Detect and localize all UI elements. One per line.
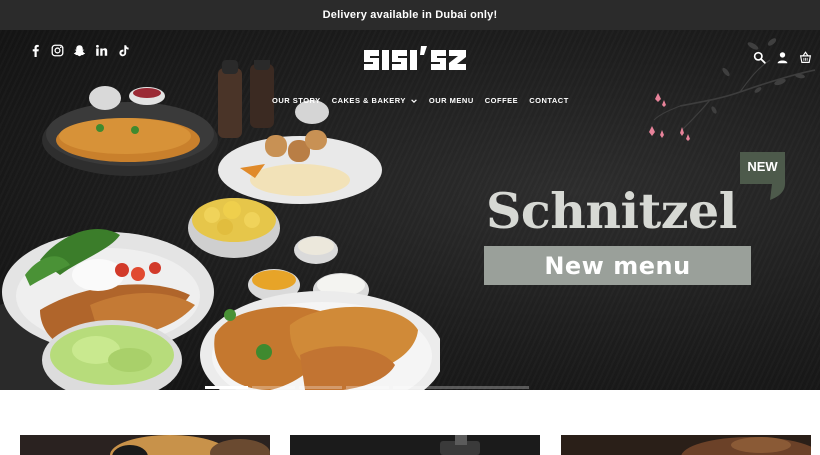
snapchat-icon[interactable] <box>72 43 86 57</box>
new-badge-text: NEW <box>747 159 778 174</box>
social-links <box>28 43 130 57</box>
nav-our-story[interactable]: OUR STORY <box>272 96 321 105</box>
category-card-3-image <box>561 435 811 455</box>
nav-cakes-bakery-label: CAKES & BAKERY <box>331 96 406 105</box>
slider-dot-3[interactable] <box>299 386 342 389</box>
search-icon[interactable] <box>752 50 766 64</box>
tiktok-icon[interactable] <box>116 43 130 57</box>
slider-dot-2[interactable] <box>252 386 295 389</box>
nav-cakes-bakery[interactable]: CAKES & BAKERY <box>332 96 418 105</box>
announcement-bar: Delivery available in Dubai only! <box>0 0 820 30</box>
linkedin-icon[interactable] <box>94 43 108 57</box>
cart-icon[interactable] <box>798 50 812 64</box>
account-icon[interactable] <box>775 50 789 64</box>
category-card-1-image <box>20 435 270 455</box>
main-nav: OUR STORY CAKES & BAKERY OUR MENU COFFEE… <box>272 96 569 105</box>
header-tools <box>752 50 812 64</box>
slider-dot-4[interactable] <box>346 386 389 389</box>
category-card-2-image <box>290 435 540 455</box>
category-cards <box>0 390 820 455</box>
facebook-icon[interactable] <box>28 43 42 57</box>
slider-dot-5[interactable] <box>393 386 529 389</box>
nav-coffee[interactable]: COFFEE <box>485 96 518 105</box>
category-card-3[interactable] <box>561 435 811 455</box>
sisis-logo[interactable] <box>360 44 470 76</box>
instagram-icon[interactable] <box>50 43 64 57</box>
site-header: OUR STORY CAKES & BAKERY OUR MENU COFFEE… <box>0 30 820 120</box>
nav-contact[interactable]: CONTACT <box>529 96 569 105</box>
announcement-text: Delivery available in Dubai only! <box>322 9 498 21</box>
category-card-2[interactable] <box>290 435 540 455</box>
category-card-1[interactable] <box>20 435 270 455</box>
hero-banner[interactable]: OUR STORY CAKES & BAKERY OUR MENU COFFEE… <box>0 30 820 390</box>
slider-dot-1[interactable] <box>205 386 248 389</box>
nav-our-menu[interactable]: OUR MENU <box>429 96 474 105</box>
slider-dots <box>205 386 529 389</box>
chevron-down-icon <box>411 98 417 103</box>
hero-subline: New menu <box>544 251 691 280</box>
hero-headline: Schnitzel <box>486 182 737 240</box>
hero-subline-box[interactable]: New menu <box>484 246 751 285</box>
